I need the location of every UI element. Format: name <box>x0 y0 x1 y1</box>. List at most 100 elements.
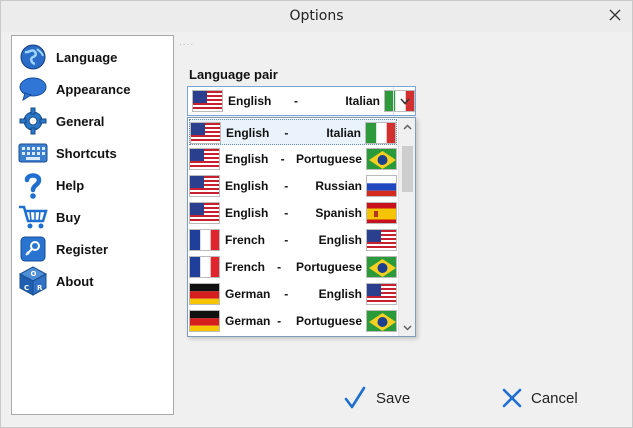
from-language: French <box>225 233 266 247</box>
save-button-label: Save <box>376 389 411 407</box>
sidebar-item-label: General <box>56 113 105 129</box>
from-language: English <box>225 152 269 166</box>
sidebar-item-language[interactable]: Language <box>17 42 167 72</box>
svg-text:C: C <box>24 284 29 292</box>
to-language: Portuguese <box>295 260 362 274</box>
to-language: Russian <box>315 179 362 193</box>
language-pair-label: Language pair <box>189 67 278 82</box>
cube-icon: OCR <box>17 266 49 296</box>
list-item[interactable]: German - English <box>189 281 397 307</box>
to-language: Italian <box>345 94 380 108</box>
flag-de-icon <box>189 310 220 332</box>
cancel-button-label: Cancel <box>531 389 578 407</box>
pair-separator: - <box>284 179 289 193</box>
flag-br-icon <box>365 148 397 170</box>
to-language: Portuguese <box>295 314 362 328</box>
sidebar-item-shortcuts[interactable]: Shortcuts <box>17 138 167 168</box>
sidebar-item-general[interactable]: General <box>17 106 167 136</box>
flag-us-icon <box>189 148 220 170</box>
cancel-button[interactable]: Cancel <box>501 383 578 413</box>
pair-separator: - <box>284 206 289 220</box>
list-item[interactable]: English - Italian <box>189 119 397 145</box>
from-language: English <box>225 206 269 220</box>
sidebar-item-label: Register <box>56 241 109 257</box>
splitter-grip[interactable]: .... <box>179 37 194 48</box>
flag-fr-icon <box>189 229 220 251</box>
sidebar-item-register[interactable]: Register <box>17 234 167 264</box>
scroll-down-button[interactable] <box>399 319 415 336</box>
chevron-down-icon <box>403 324 412 331</box>
from-language: English <box>226 126 270 140</box>
keyboard-icon <box>17 138 49 168</box>
flag-us-icon <box>189 202 220 224</box>
svg-text:R: R <box>37 284 43 292</box>
pair-separator: - <box>284 287 289 301</box>
flag-us-icon <box>366 229 397 251</box>
to-language: English <box>318 233 362 247</box>
list-item[interactable]: German - Portuguese <box>189 308 397 334</box>
checkmark-icon <box>344 386 366 409</box>
chevron-up-icon <box>403 123 412 130</box>
to-language: Spanish <box>315 206 362 220</box>
window-title: Options <box>289 8 344 24</box>
pair-separator: - <box>280 152 285 166</box>
dropdown-scrollbar[interactable] <box>398 118 415 336</box>
sidebar-item-label: Buy <box>56 209 81 225</box>
to-language: Portuguese <box>295 152 362 166</box>
list-item[interactable]: English - Russian <box>189 173 397 199</box>
pair-separator: - <box>277 260 282 274</box>
chevron-down-icon <box>399 97 410 105</box>
flag-br-icon <box>366 256 397 278</box>
flag-us-icon <box>189 175 220 197</box>
flag-us-icon <box>190 122 221 144</box>
flag-br-icon <box>366 310 397 332</box>
sidebar-item-appearance[interactable]: Appearance <box>17 74 167 104</box>
globe-icon <box>17 42 49 72</box>
speech-bubble-icon <box>17 74 49 104</box>
from-language: German <box>225 287 271 301</box>
from-language: English <box>225 179 269 193</box>
pair-separator: - <box>284 126 289 140</box>
from-language: English <box>228 94 272 108</box>
sidebar-item-about[interactable]: OCR About <box>17 266 167 296</box>
language-pair-dropdown-list: English - Italian English - Portuguese E… <box>187 117 416 337</box>
sidebar-item-label: About <box>56 273 94 289</box>
sidebar-item-label: Help <box>56 177 85 193</box>
sidebar: Language Appearance General Shortcuts He… <box>11 35 174 415</box>
list-item[interactable]: French - Portuguese <box>189 254 397 280</box>
list-item[interactable]: English - Spanish <box>189 200 397 226</box>
flag-es-icon <box>366 202 397 224</box>
scroll-up-button[interactable] <box>399 118 415 135</box>
save-button[interactable]: Save <box>344 383 410 413</box>
title-bar: Options <box>1 1 632 32</box>
to-language: Italian <box>326 126 361 140</box>
sidebar-item-label: Language <box>56 49 118 65</box>
flag-fr-icon <box>189 256 220 278</box>
close-icon <box>609 9 621 21</box>
selected-language-pair: English - Italian <box>192 90 415 112</box>
list-item[interactable]: French - English <box>189 227 397 253</box>
from-language: French <box>225 260 266 274</box>
shopping-cart-icon <box>17 202 49 232</box>
flag-de-icon <box>189 283 220 305</box>
close-button[interactable] <box>604 5 626 25</box>
pair-separator: - <box>294 94 298 108</box>
key-icon <box>17 234 49 264</box>
flag-us-icon <box>366 283 397 305</box>
gear-icon <box>17 106 49 136</box>
language-pair-select[interactable]: English - Italian <box>187 86 416 116</box>
sidebar-item-buy[interactable]: Buy <box>17 202 167 232</box>
sidebar-item-help[interactable]: Help <box>17 170 167 200</box>
dropdown-arrow-button[interactable] <box>393 87 415 115</box>
sidebar-item-label: Appearance <box>56 81 131 97</box>
flag-us-icon <box>192 90 223 112</box>
options-window: Options Language Appearance General Shor… <box>0 0 633 428</box>
flag-ru-icon <box>366 175 397 197</box>
pair-separator: - <box>277 314 282 328</box>
list-item[interactable]: English - Portuguese <box>189 146 397 172</box>
scroll-thumb[interactable] <box>402 146 413 192</box>
flag-it-icon <box>365 122 396 144</box>
pair-separator: - <box>284 233 289 247</box>
sidebar-item-label: Shortcuts <box>56 145 117 161</box>
close-icon <box>502 388 522 408</box>
